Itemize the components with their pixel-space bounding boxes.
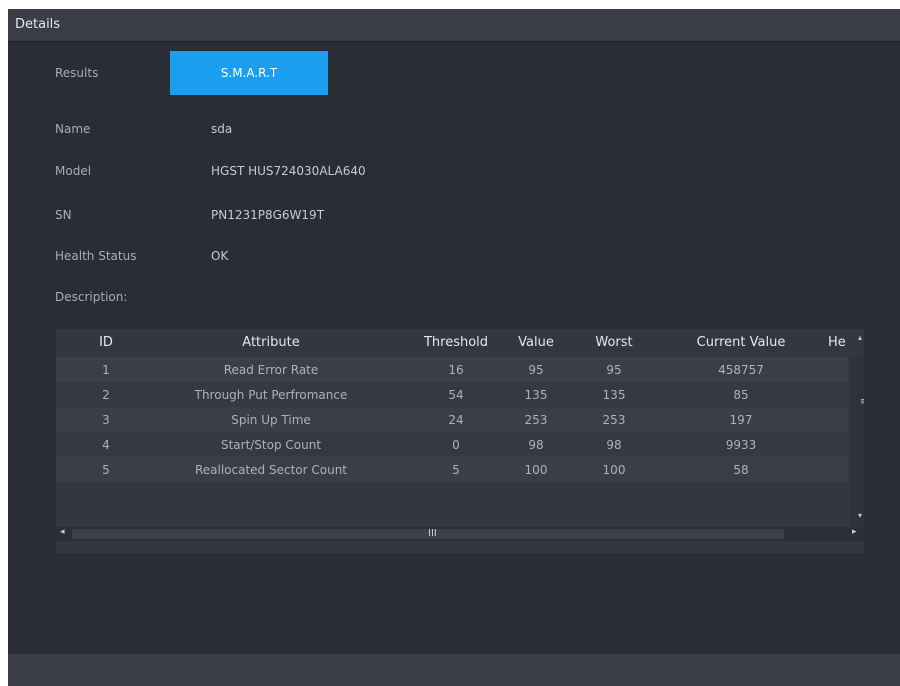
table-row[interactable]: 4 Start/Stop Count 0 98 98 9933 (56, 432, 848, 457)
sn-label: SN (55, 208, 72, 222)
horizontal-scrollbar[interactable]: ◂ III ▸ (56, 527, 864, 541)
table-row[interactable]: 2 Through Put Perfromance 54 135 135 85 (56, 382, 848, 407)
cell-current-value: 458757 (718, 363, 764, 377)
vertical-scrollbar[interactable]: ≡ (850, 357, 864, 527)
health-status-label: Health Status (55, 249, 137, 263)
title-bar: Details (8, 9, 900, 42)
table-row[interactable]: 1 Read Error Rate 16 95 95 458757 (56, 357, 848, 382)
header-worst[interactable]: Worst (586, 335, 642, 350)
name-label: Name (55, 122, 91, 136)
name-value: sda (211, 122, 233, 136)
cell-threshold: 16 (448, 363, 464, 377)
tab-smart[interactable]: S.M.A.R.T (170, 51, 328, 95)
model-value: HGST HUS724030ALA640 (211, 164, 366, 178)
smart-table: ID Attribute Threshold Value Worst Curre… (56, 329, 864, 553)
scroll-up-icon[interactable]: ▴ (858, 333, 862, 342)
header-health[interactable]: He (828, 335, 856, 350)
cell-attribute: Reallocated Sector Count (194, 463, 348, 477)
cell-value: 95 (528, 363, 544, 377)
header-threshold[interactable]: Threshold (412, 335, 500, 350)
model-label: Model (55, 164, 92, 178)
table-header: ID Attribute Threshold Value Worst Curre… (56, 329, 864, 355)
scroll-down-icon[interactable]: ▾ (858, 511, 862, 520)
header-current-value[interactable]: Current Value (686, 335, 796, 350)
scroll-right-icon[interactable]: ▸ (852, 527, 857, 537)
cell-value: 135 (524, 388, 548, 402)
scroll-grip-icon[interactable]: ≡ (860, 397, 864, 407)
cell-current-value: 197 (729, 413, 753, 427)
cell-value: 100 (524, 463, 548, 477)
window-title: Details (15, 17, 61, 32)
cell-attribute: Start/Stop Count (220, 438, 322, 452)
header-value[interactable]: Value (508, 335, 564, 350)
cell-attribute: Read Error Rate (223, 363, 319, 377)
cell-threshold: 5 (452, 463, 460, 477)
cell-id: 3 (102, 413, 110, 427)
table-row[interactable]: 3 Spin Up Time 24 253 253 197 (56, 407, 848, 432)
cell-worst: 135 (602, 388, 626, 402)
sn-value: PN1231P8G6W19T (211, 208, 325, 222)
cell-threshold: 0 (452, 438, 460, 452)
cell-id: 2 (102, 388, 110, 402)
cell-current-value: 85 (733, 388, 749, 402)
cell-id: 4 (102, 438, 110, 452)
cell-current-value: 9933 (725, 438, 757, 452)
cell-id: 1 (102, 363, 110, 377)
cell-attribute: Spin Up Time (231, 413, 311, 427)
health-status-value: OK (211, 249, 229, 263)
cell-worst: 253 (602, 413, 626, 427)
cell-threshold: 24 (448, 413, 464, 427)
footer-bar (8, 654, 900, 686)
cell-value: 253 (524, 413, 548, 427)
cell-current-value: 58 (733, 463, 749, 477)
scroll-left-icon[interactable]: ◂ (60, 527, 65, 537)
tab-results[interactable]: Results (55, 51, 145, 95)
cell-threshold: 54 (448, 388, 464, 402)
header-id[interactable]: ID (94, 335, 118, 350)
scroll-grip-icon[interactable]: III (428, 528, 437, 539)
cell-worst: 100 (602, 463, 626, 477)
cell-attribute: Through Put Perfromance (194, 388, 348, 402)
cell-value: 98 (528, 438, 544, 452)
table-row[interactable]: 5 Reallocated Sector Count 5 100 100 58 (56, 457, 848, 482)
description-label: Description: (55, 290, 128, 304)
cell-id: 5 (102, 463, 110, 477)
horizontal-scroll-thumb[interactable]: III (72, 528, 784, 539)
cell-worst: 95 (606, 363, 622, 377)
header-attribute[interactable]: Attribute (151, 335, 391, 350)
details-window: Details Results S.M.A.R.T Name sda Model… (8, 9, 900, 686)
tab-bar: Results S.M.A.R.T (8, 47, 900, 97)
cell-worst: 98 (606, 438, 622, 452)
